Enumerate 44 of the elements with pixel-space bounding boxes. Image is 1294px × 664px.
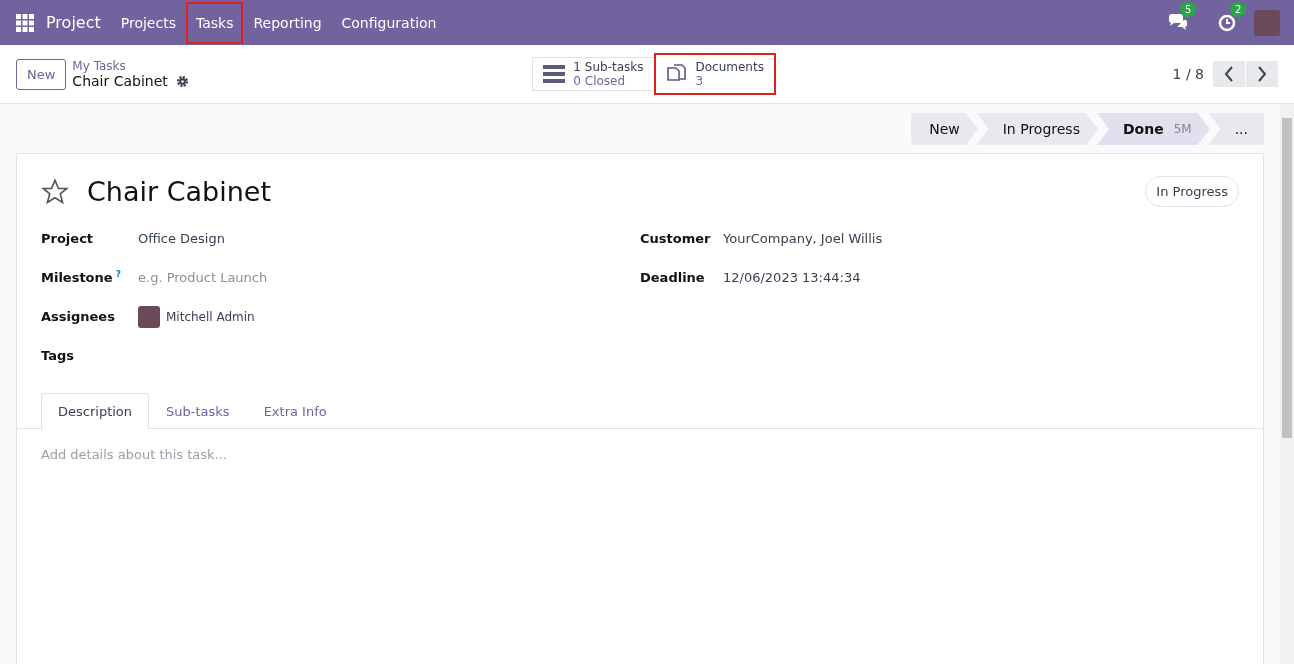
field-label: Deadline <box>640 270 706 285</box>
stage-button[interactable]: In Progress <box>976 113 1098 145</box>
previous-button[interactable] <box>1213 61 1245 87</box>
notebook-tab[interactable]: Sub-tasks <box>149 393 247 429</box>
apps-grid-icon[interactable] <box>16 13 34 32</box>
status-pill[interactable]: In Progress <box>1145 176 1239 207</box>
field-label: Project <box>41 231 95 246</box>
pager-text: 1 / 8 <box>1172 66 1204 82</box>
chat-icon[interactable] <box>1168 13 1188 32</box>
task-title: Chair Cabinet <box>87 176 273 207</box>
field-value[interactable]: 12/06/2023 13:44:34 <box>723 270 861 285</box>
notebook-tab[interactable]: Description <box>41 393 150 429</box>
chevron-left-icon <box>1224 66 1234 82</box>
messages-count-badge: 5 <box>1180 1 1197 17</box>
nav-menu-item[interactable]: Projects <box>110 1 186 44</box>
documents-icon <box>665 64 688 84</box>
nav-menu-item[interactable]: Configuration <box>331 1 447 44</box>
nav-menu-item[interactable]: Reporting <box>243 1 332 44</box>
stage-button[interactable]: New <box>911 113 978 145</box>
scrollbar-thumb[interactable] <box>1282 118 1292 438</box>
gear-icon[interactable] <box>175 74 189 88</box>
breadcrumb-link[interactable]: My Tasks <box>72 59 533 73</box>
smart-button[interactable]: Documents 3 <box>654 54 775 94</box>
nav-menu-item[interactable]: Tasks <box>185 1 244 44</box>
field-label: Tags <box>41 348 75 363</box>
stack-icon <box>543 65 566 83</box>
field-label: Assignees <box>41 309 116 324</box>
smart-button[interactable]: 1 Sub-tasks 0 Closed <box>532 57 655 91</box>
breadcrumb-current: Chair Cabinet <box>72 73 168 89</box>
new-button[interactable]: New <box>16 58 67 90</box>
field-value[interactable]: Office Design <box>138 231 225 246</box>
field-label: Customer <box>640 231 712 246</box>
field-value[interactable]: YourCompany, Joel Willis <box>723 231 883 246</box>
next-button[interactable] <box>1246 61 1278 87</box>
app-name[interactable]: Project <box>46 13 101 32</box>
field-label: Milestone $^{?}$ <box>41 269 122 286</box>
assignee-name[interactable]: Mitchell Admin <box>166 309 255 324</box>
clock-icon[interactable] <box>1218 13 1236 32</box>
chevron-right-icon <box>1257 66 1267 82</box>
notebook-tab[interactable]: Extra Info <box>246 393 344 429</box>
stage-button[interactable]: Done 5M <box>1096 113 1210 145</box>
stage-button[interactable]: ... <box>1208 113 1264 145</box>
star-icon[interactable] <box>41 177 69 206</box>
activities-count-badge: 2 <box>1230 1 1247 17</box>
